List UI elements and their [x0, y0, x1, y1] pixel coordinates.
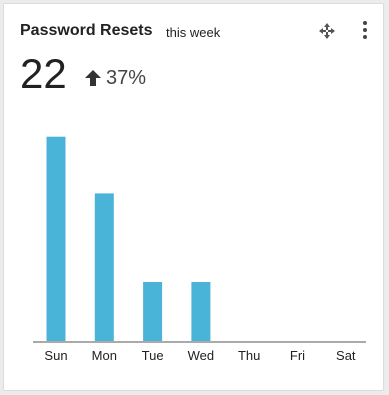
tick-label-thu: Thu [238, 348, 260, 363]
tick-label-sun: Sun [44, 348, 67, 363]
bar-tue [143, 282, 163, 341]
tick-label-tue: Tue [142, 348, 164, 363]
tick-label-mon: Mon [92, 348, 117, 363]
bar-chart: Sun Mon Tue Wed Thu Fri Sat [33, 136, 366, 363]
bar-wed [191, 282, 211, 341]
bar-sun [46, 136, 66, 341]
tick-label-wed: Wed [188, 348, 215, 363]
tick-label-sat: Sat [336, 348, 356, 363]
tick-label-fri: Fri [290, 348, 305, 363]
bar-mon [94, 193, 114, 341]
